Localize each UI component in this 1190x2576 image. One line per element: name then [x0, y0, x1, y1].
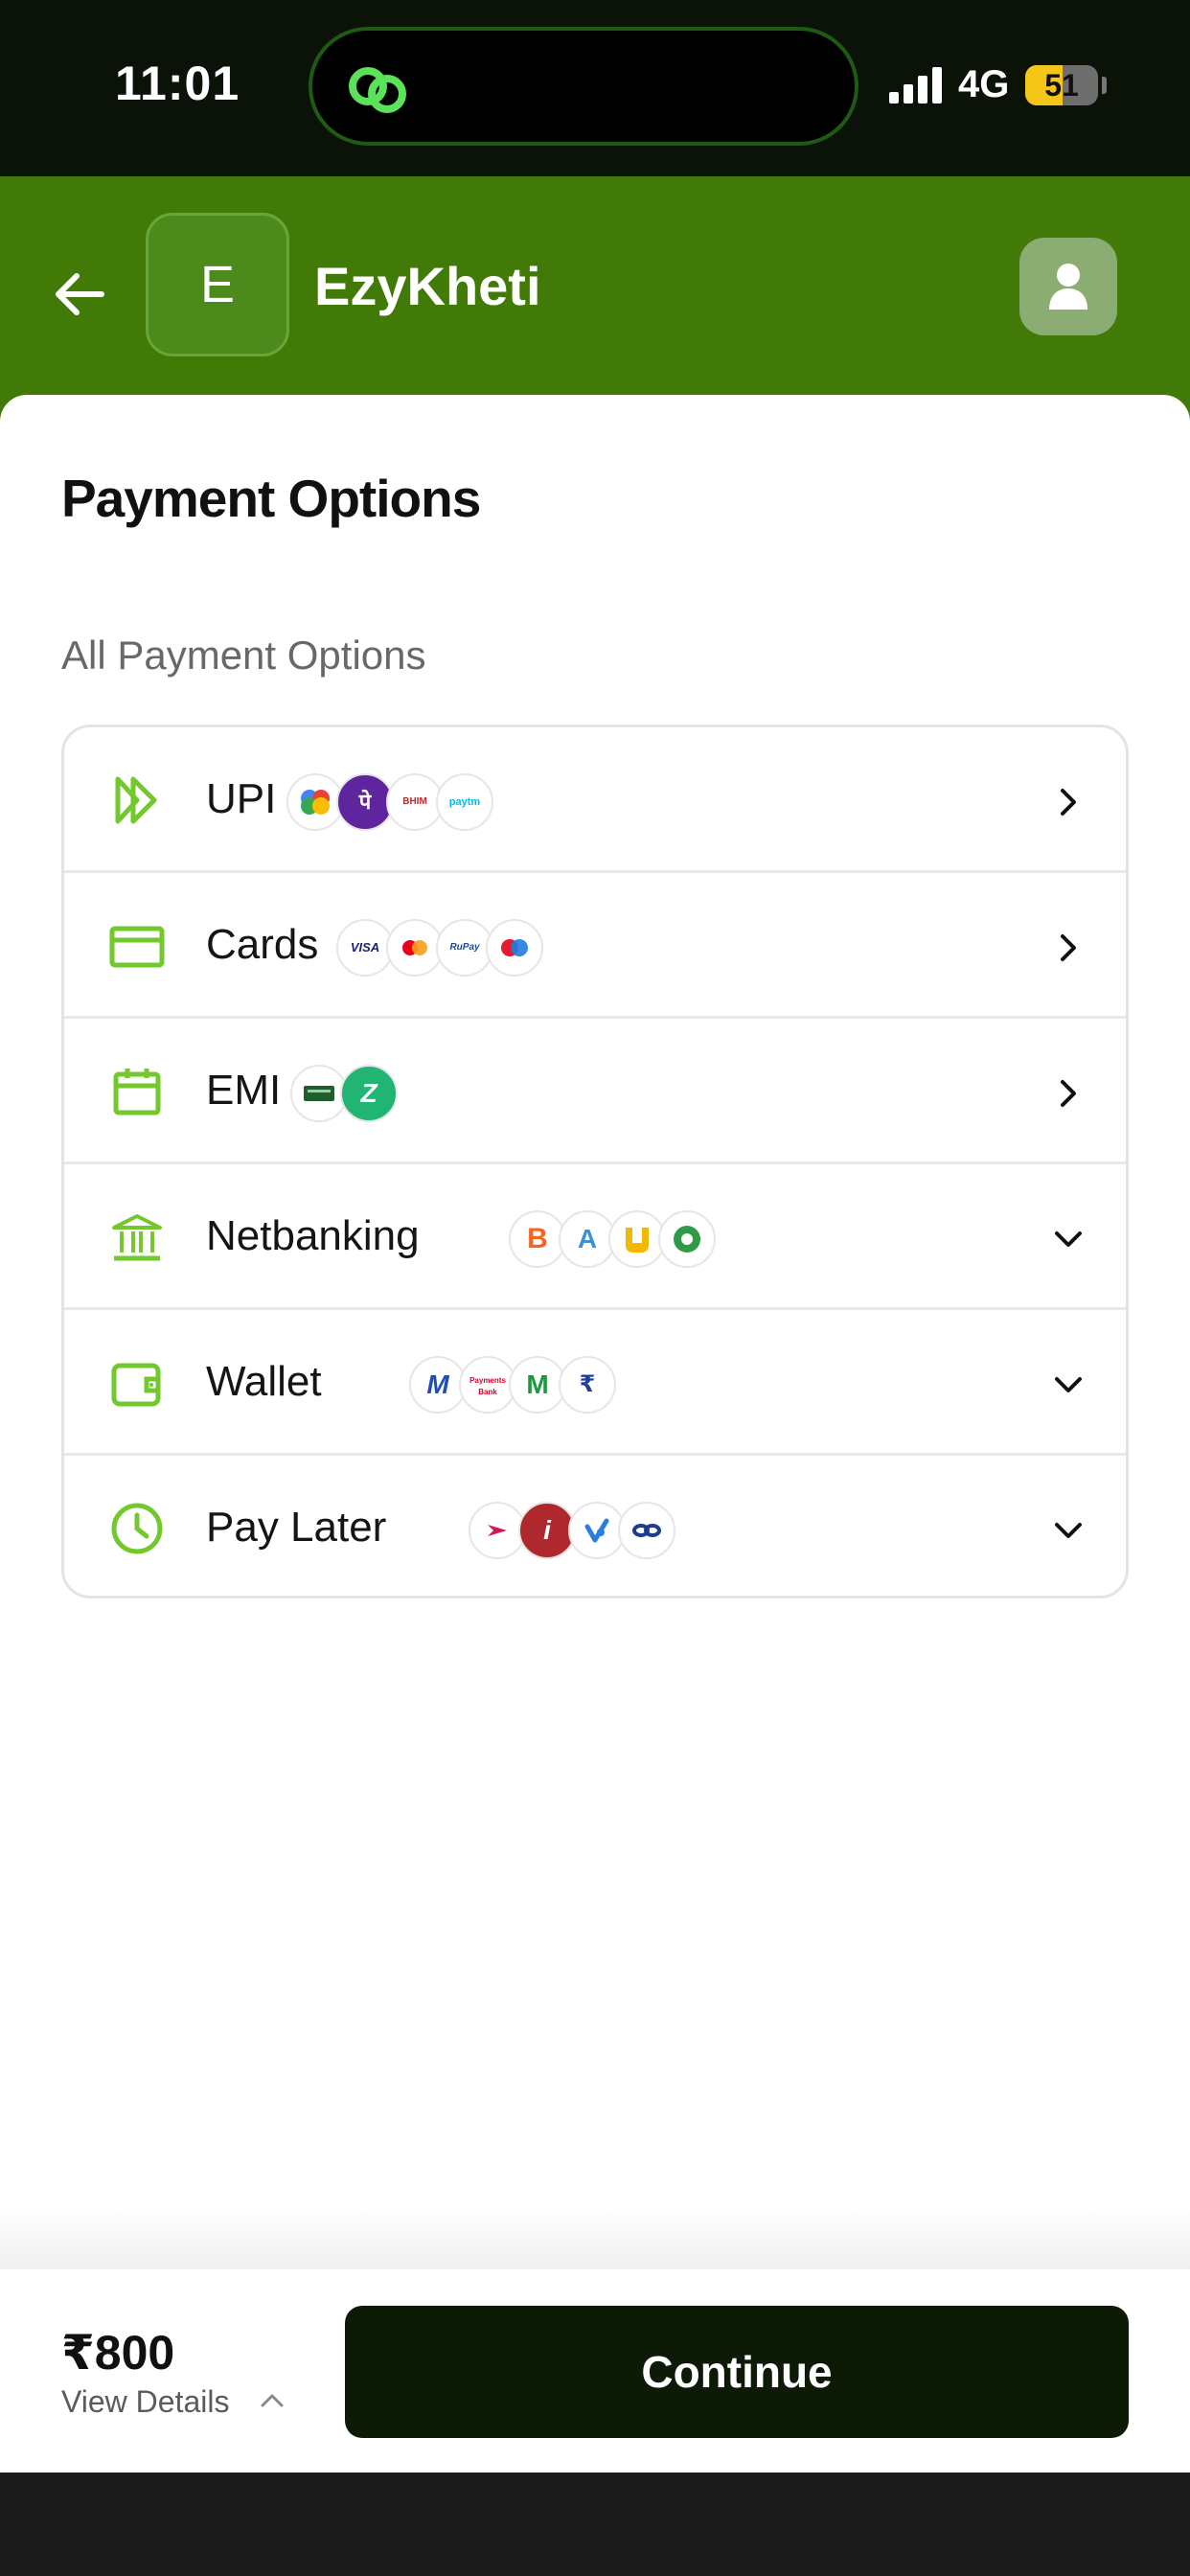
- merchant-logo: E: [146, 213, 289, 356]
- mastercard-logo: [386, 919, 444, 977]
- chevron-right-icon: [1061, 1080, 1076, 1107]
- footer-shadow: [0, 2204, 1190, 2269]
- link-icon: [349, 67, 406, 113]
- chevron-right-icon: [1061, 934, 1076, 961]
- punjab-national-bank-logo: [608, 1210, 666, 1268]
- chevron-down-icon: [1055, 1523, 1082, 1538]
- icici-paylater-logo: i: [518, 1502, 576, 1559]
- payment-sheet: Payment Options All Payment Options UPI …: [0, 395, 1190, 2269]
- signal-icon: [889, 67, 942, 104]
- payment-option-wallet[interactable]: Wallet M Payments Bank M ₹: [64, 1310, 1126, 1456]
- mobikwik-logo: M: [409, 1356, 467, 1414]
- option-label: Pay Later: [206, 1504, 387, 1551]
- payment-option-upi[interactable]: UPI पे BHIM paytm: [64, 727, 1126, 873]
- option-label: Wallet: [206, 1358, 322, 1405]
- option-label: EMI: [206, 1067, 282, 1114]
- axis-bank-logo: A: [559, 1210, 616, 1268]
- battery-level: 51: [1044, 68, 1079, 103]
- paytm-logo: paytm: [436, 773, 493, 831]
- chevron-up-icon[interactable]: [257, 2388, 287, 2411]
- continue-button[interactable]: Continue: [345, 2306, 1129, 2438]
- option-label: UPI: [206, 775, 277, 822]
- clock-icon: [111, 1503, 163, 1554]
- total-amount: ₹800: [61, 2326, 175, 2380]
- payment-options-list: UPI पे BHIM paytm Cards VISA RuPay EMI Z…: [61, 724, 1129, 1598]
- page-title: Payment Options: [61, 469, 481, 528]
- mpesa-logo: M: [509, 1356, 566, 1414]
- maestro-logo: [486, 919, 543, 977]
- google-pay-logo: [286, 773, 344, 831]
- sbi-logo: [658, 1210, 716, 1268]
- card-emi-logo: [290, 1065, 348, 1122]
- merchant-name: EzyKheti: [314, 256, 541, 316]
- chevron-down-icon: [1055, 1377, 1082, 1392]
- chevron-right-icon: [1061, 789, 1076, 816]
- option-label: Netbanking: [206, 1212, 420, 1259]
- status-bar: 11:01 4G 51: [0, 0, 1190, 176]
- bhim-logo: BHIM: [386, 773, 444, 831]
- system-bottom-bar: [0, 2472, 1190, 2576]
- simpl-logo: [568, 1502, 626, 1559]
- payment-option-cards[interactable]: Cards VISA RuPay: [64, 873, 1126, 1019]
- network-label: 4G: [958, 63, 1010, 105]
- airtel-payments-bank-logo: Payments Bank: [459, 1356, 516, 1414]
- chevron-down-icon: [1055, 1231, 1082, 1247]
- bank-of-baroda-logo: B: [509, 1210, 566, 1268]
- bank-icon: [112, 1214, 162, 1261]
- payment-option-emi[interactable]: EMI Z: [64, 1019, 1126, 1164]
- status-time: 11:01: [115, 57, 240, 110]
- phonepe-logo: पे: [336, 773, 394, 831]
- dynamic-island: [309, 27, 858, 146]
- lazypay-logo: [469, 1502, 526, 1559]
- rupay-logo: RuPay: [436, 919, 493, 977]
- payment-option-netbanking[interactable]: Netbanking B A: [64, 1164, 1126, 1310]
- battery-icon: 51: [1025, 65, 1098, 105]
- upi-icon: [115, 776, 157, 824]
- zestmoney-logo: Z: [340, 1065, 398, 1122]
- profile-button[interactable]: [1019, 238, 1117, 335]
- jio-money-logo: ₹: [559, 1356, 616, 1414]
- visa-logo: VISA: [336, 919, 394, 977]
- option-label: Cards: [206, 921, 319, 968]
- card-icon: [109, 926, 165, 968]
- back-arrow-icon[interactable]: [48, 263, 111, 326]
- app-header: E EzyKheti: [0, 176, 1190, 426]
- wallet-icon: [111, 1363, 161, 1407]
- user-icon: [1049, 264, 1087, 310]
- checkout-footer: ₹800 View Details Continue: [0, 2269, 1190, 2472]
- calendar-icon: [113, 1069, 161, 1116]
- payment-option-pay-later[interactable]: Pay Later i: [64, 1456, 1126, 1596]
- section-label: All Payment Options: [61, 632, 426, 678]
- zestmoney-paylater-logo: [618, 1502, 675, 1559]
- view-details-link[interactable]: View Details: [61, 2384, 229, 2420]
- battery-cap: [1102, 77, 1107, 94]
